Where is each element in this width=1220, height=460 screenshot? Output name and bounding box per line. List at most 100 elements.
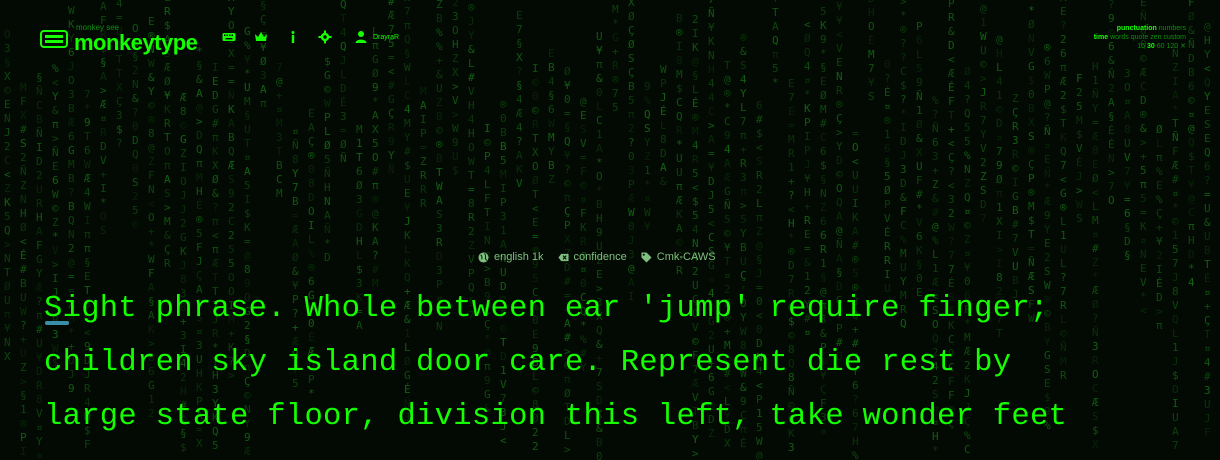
rain-glyph: @ bbox=[980, 2, 987, 15]
time-30[interactable]: 30 bbox=[1147, 43, 1155, 50]
layout-button[interactable]: Cmk-CAWS bbox=[641, 251, 716, 263]
gear-icon[interactable] bbox=[318, 30, 332, 44]
rain-glyph: Y bbox=[740, 227, 747, 240]
rain-glyph: Y bbox=[1092, 102, 1099, 115]
rain-glyph: E bbox=[532, 216, 539, 229]
rain-glyph: I bbox=[180, 161, 187, 174]
keyboard-icon[interactable] bbox=[222, 30, 236, 44]
rain-glyph: D bbox=[996, 117, 1003, 130]
mode-custom[interactable]: custom bbox=[1163, 34, 1186, 41]
rain-glyph: 8 bbox=[468, 197, 475, 210]
rain-glyph: X bbox=[996, 215, 1003, 228]
rain-glyph: B bbox=[436, 110, 443, 123]
rain-glyph: G bbox=[68, 144, 75, 157]
rain-glyph: 3 bbox=[356, 193, 363, 206]
info-icon[interactable] bbox=[286, 30, 300, 44]
punctuation-toggle[interactable]: punctuation bbox=[1117, 25, 1157, 32]
rain-glyph: Ø bbox=[804, 32, 811, 45]
rain-glyph: D bbox=[868, 0, 875, 5]
rain-glyph: A bbox=[372, 235, 379, 248]
account-button[interactable]: DrayraR bbox=[354, 30, 399, 44]
rain-glyph: F bbox=[148, 267, 155, 280]
rain-glyph: K bbox=[852, 211, 859, 224]
rain-glyph: © bbox=[324, 83, 331, 96]
rain-glyph: W bbox=[324, 97, 331, 110]
rain-glyph: P bbox=[564, 219, 571, 232]
rain-glyph: ® bbox=[436, 138, 443, 151]
rain-glyph: ¤ bbox=[1204, 286, 1211, 299]
time-15[interactable]: 15 bbox=[1137, 43, 1145, 50]
rain-glyph: * bbox=[148, 239, 155, 252]
rain-glyph: D bbox=[132, 134, 139, 147]
rain-glyph: J bbox=[180, 259, 187, 272]
rain-glyph: 2 bbox=[20, 151, 27, 164]
rain-glyph: S bbox=[628, 52, 635, 65]
rain-glyph: > bbox=[1140, 136, 1147, 149]
crown-icon[interactable] bbox=[254, 30, 268, 44]
rain-glyph: # bbox=[20, 263, 27, 276]
rain-glyph: K bbox=[180, 245, 187, 258]
rain-glyph: π bbox=[740, 185, 747, 198]
rain-glyph: 5 bbox=[820, 5, 827, 18]
rain-glyph: R bbox=[740, 157, 747, 170]
rain-glyph: R bbox=[804, 214, 811, 227]
rain-glyph: C bbox=[36, 99, 43, 112]
mode-time[interactable]: time bbox=[1094, 34, 1108, 41]
custom-time-icon[interactable]: ✕ bbox=[1180, 43, 1186, 50]
rain-glyph: D bbox=[1188, 248, 1195, 261]
rain-glyph: R bbox=[884, 240, 891, 253]
rain-glyph: T bbox=[1172, 117, 1179, 130]
rain-glyph: 7 bbox=[84, 88, 91, 101]
words-area[interactable]: Sight phrase. Whole between ear 'jump' r… bbox=[44, 282, 1194, 444]
rain-glyph: W bbox=[84, 200, 91, 213]
rain-glyph: & bbox=[916, 132, 923, 145]
rain-glyph: N bbox=[4, 252, 11, 265]
time-120[interactable]: 120 bbox=[1166, 43, 1178, 50]
rain-glyph: 4 bbox=[996, 75, 1003, 88]
time-60[interactable]: 60 bbox=[1157, 43, 1165, 50]
rain-glyph: Ñ bbox=[1044, 167, 1051, 180]
rain-glyph: π bbox=[676, 180, 683, 193]
rain-glyph: M bbox=[276, 117, 283, 130]
rain-glyph: $ bbox=[116, 123, 123, 136]
rain-glyph: Æ bbox=[1140, 66, 1147, 79]
numbers-toggle[interactable]: numbers bbox=[1159, 25, 1186, 32]
rain-glyph: S bbox=[1028, 130, 1035, 143]
mode-quote[interactable]: quote bbox=[1131, 34, 1149, 41]
rain-glyph: M bbox=[404, 117, 411, 130]
rain-glyph: Ñ bbox=[1028, 256, 1035, 269]
rain-glyph: E bbox=[1140, 262, 1147, 275]
rain-glyph: § bbox=[516, 79, 523, 92]
rain-glyph: K bbox=[404, 229, 411, 242]
rain-glyph: @ bbox=[836, 224, 843, 237]
rain-glyph: ? bbox=[628, 136, 635, 149]
rain-glyph: I bbox=[100, 182, 107, 195]
confidence-button[interactable]: confidence bbox=[558, 251, 627, 263]
rain-glyph: W bbox=[84, 158, 91, 171]
rain-glyph: $ bbox=[452, 164, 459, 177]
rain-glyph: 0 bbox=[308, 163, 315, 176]
rain-glyph: R bbox=[756, 169, 763, 182]
rain-glyph: @ bbox=[372, 207, 379, 220]
rain-glyph: L bbox=[740, 101, 747, 114]
user-icon bbox=[354, 30, 368, 44]
rain-glyph: & bbox=[660, 175, 667, 188]
rain-glyph: 6 bbox=[84, 144, 91, 157]
rain-glyph: π bbox=[196, 157, 203, 170]
language-button[interactable]: english 1k bbox=[478, 251, 544, 263]
rain-glyph: K bbox=[676, 208, 683, 221]
rain-glyph: ? bbox=[900, 51, 907, 64]
mode-words[interactable]: words bbox=[1110, 34, 1129, 41]
rain-glyph: ¥ bbox=[964, 261, 971, 274]
rain-glyph: O bbox=[164, 145, 171, 158]
mode-zen[interactable]: zen bbox=[1150, 34, 1161, 41]
rain-glyph: 5 bbox=[884, 170, 891, 183]
rain-glyph: < bbox=[948, 179, 955, 192]
rain-glyph: Q bbox=[1060, 145, 1067, 158]
rain-glyph: 6 bbox=[916, 34, 923, 47]
rain-glyph: © bbox=[180, 119, 187, 132]
logo[interactable]: monkey see monkeytype bbox=[40, 24, 198, 54]
rain-glyph: ® bbox=[196, 213, 203, 226]
rain-glyph: 9 bbox=[84, 116, 91, 129]
rain-glyph: 4 bbox=[516, 121, 523, 134]
